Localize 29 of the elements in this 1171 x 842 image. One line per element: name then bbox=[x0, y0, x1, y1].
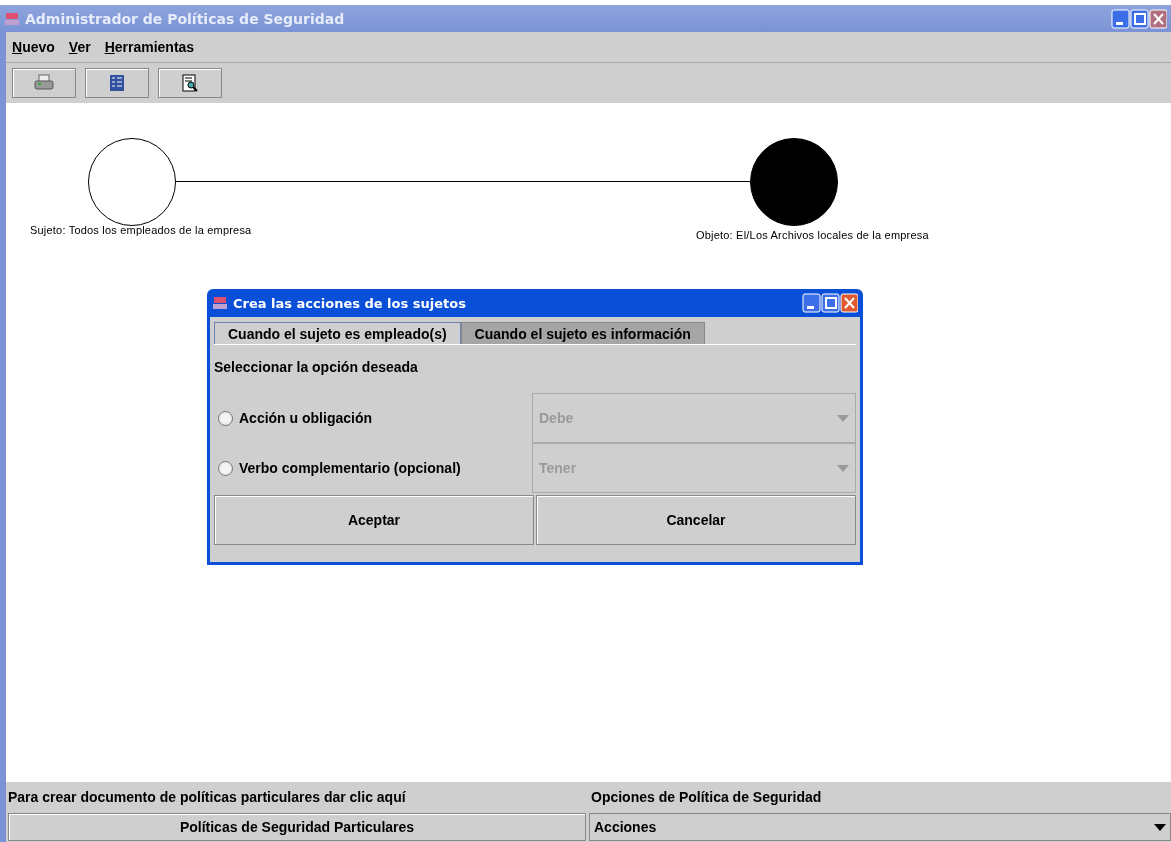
dropdown-arrow-icon bbox=[837, 414, 849, 422]
dropdown-arrow-icon bbox=[1154, 823, 1166, 831]
window-title: Administrador de Políticas de Seguridad bbox=[25, 10, 346, 27]
menu-item[interactable]: Nuevo bbox=[12, 39, 55, 55]
toolbar-button[interactable] bbox=[85, 68, 149, 98]
dialog-button[interactable]: Cancelar bbox=[536, 495, 856, 545]
app-icon bbox=[212, 295, 228, 311]
toolbar-button[interactable] bbox=[12, 68, 76, 98]
toolbar-button[interactable] bbox=[158, 68, 222, 98]
document-preview-icon bbox=[182, 74, 198, 92]
window-controls-icon[interactable] bbox=[1111, 8, 1167, 29]
list-icon bbox=[110, 75, 124, 91]
app-icon bbox=[4, 10, 20, 27]
window-controls-icon[interactable] bbox=[802, 293, 858, 313]
menu-item[interactable]: Ver bbox=[68, 39, 91, 55]
printer-icon bbox=[34, 74, 54, 92]
object-label: Objeto: El/Los Archivos locales de la empresa bbox=[696, 229, 929, 241]
tab[interactable]: Cuando el sujeto es información bbox=[460, 322, 705, 344]
dialog-button[interactable]: Aceptar bbox=[214, 495, 534, 545]
prompt-text: Seleccionar la opción deseada bbox=[214, 359, 419, 375]
dialog-title: Crea las acciones de los sujetos bbox=[233, 295, 467, 311]
options-label: Opciones de Política de Seguridad bbox=[590, 789, 823, 805]
tab[interactable]: Cuando el sujeto es empleado(s) bbox=[214, 322, 461, 344]
dropdown-arrow-icon bbox=[837, 464, 849, 472]
menu-item[interactable]: Herramientas bbox=[104, 39, 195, 55]
actions-dropdown[interactable]: Acciones bbox=[589, 813, 1171, 841]
policies-button[interactable]: Políticas de Seguridad Particulares bbox=[8, 813, 586, 841]
instruction-label: Para crear documento de políticas particulares dar clic aquí bbox=[7, 789, 407, 805]
subject-label: Sujeto: Todos los empleados de la empresa bbox=[30, 224, 252, 236]
